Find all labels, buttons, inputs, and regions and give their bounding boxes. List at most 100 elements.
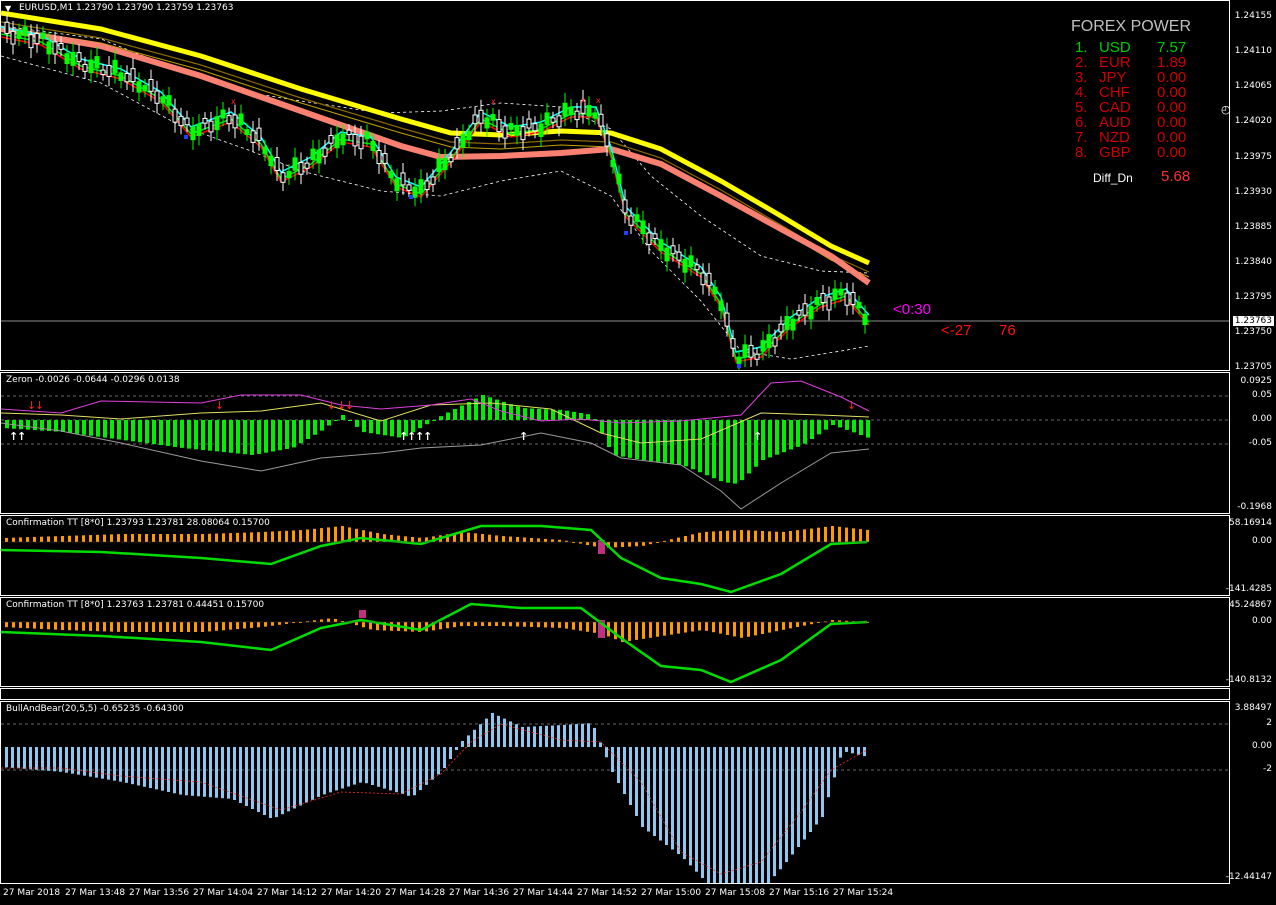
zeron-histogram-bar [726, 420, 730, 483]
bull-bear-bar [773, 747, 776, 877]
time-axis[interactable]: 27 Mar 2018 27 Mar 13:48 27 Mar 13:56 27… [0, 884, 1276, 905]
bull-bear-bar [509, 721, 512, 747]
empty-indicator-pane[interactable] [0, 688, 1230, 700]
candle [160, 96, 166, 104]
candle [484, 117, 490, 129]
confirmation-histogram-bar [866, 529, 869, 542]
zeron-histogram-bar [565, 410, 569, 420]
confirmation-histogram-bar [103, 534, 106, 542]
candle [562, 102, 568, 117]
confirmation-histogram-bar [586, 622, 589, 632]
confirmation-histogram-bar [313, 528, 316, 542]
bull-bear-bar [713, 747, 716, 883]
confirmation-histogram-bar [278, 622, 281, 625]
candle [136, 81, 142, 93]
time-label: 27 Mar 14:52 [577, 888, 638, 898]
confirmation-histogram-bar [152, 622, 155, 632]
candle [418, 179, 424, 194]
bull-bear-bar [299, 747, 302, 806]
bull-bear-bar [215, 747, 218, 798]
confirmation-histogram-bar [201, 534, 204, 542]
zeron-histogram-bar [257, 420, 261, 454]
candle [646, 232, 652, 245]
confirmation-histogram-bar [19, 622, 22, 628]
confirmation-histogram-bar [845, 527, 848, 542]
bull-bear-bar [419, 747, 422, 791]
zeron-histogram-bar [96, 420, 100, 437]
candle [232, 114, 238, 129]
confirmation-histogram-bar [327, 618, 330, 622]
bull-bear-bar [5, 747, 8, 768]
bull-bear-bar [401, 747, 404, 794]
confirmation-histogram-bar [89, 622, 92, 631]
confirmation-histogram-bar [817, 527, 820, 542]
bull-bear-bar [725, 747, 728, 883]
bull-bear-bar [617, 747, 620, 783]
candle [46, 41, 52, 55]
confirmation-histogram-bar [250, 622, 253, 628]
price-label: 1.23930 [1234, 187, 1272, 197]
confirmation-histogram-bar [810, 528, 813, 542]
confirmation-histogram-bar [628, 622, 631, 641]
confirmation-tt-pane-2[interactable]: Confirmation TT [8*0] 1.23763 1.23781 0.… [0, 597, 1230, 687]
bull-and-bear-pane[interactable]: BullAndBear(20,5,5) -0.65235 -0.64300 [0, 701, 1230, 884]
confirmation-histogram-bar [516, 537, 519, 542]
zeron-histogram-bar [642, 420, 646, 461]
confirmation-histogram-bar [271, 531, 274, 542]
price-label: 1.23795 [1234, 292, 1272, 302]
bb-label: -12.44147 [1225, 872, 1272, 882]
confirmation-histogram-bar [649, 622, 652, 638]
confirmation-histogram-bar [194, 622, 197, 632]
zeron-label: -0.1968 [1237, 502, 1272, 512]
candle [430, 176, 436, 185]
confirmation-histogram-bar [327, 527, 330, 542]
zeron-histogram-bar [89, 420, 93, 436]
candle [400, 172, 406, 186]
confirmation-1-title: Confirmation TT [8*0] 1.23793 1.23781 28… [6, 518, 270, 528]
confirmation-histogram-bar [243, 532, 246, 542]
candle [16, 30, 22, 39]
bull-bear-bar [677, 747, 680, 854]
bull-bear-axis[interactable]: 3.88497 2 0.00 -2 -12.44147 [1226, 701, 1276, 884]
confirmation-tt-pane-1[interactable]: Confirmation TT [8*0] 1.23793 1.23781 28… [0, 515, 1230, 596]
collapse-arrow-icon[interactable]: ▼ [5, 4, 11, 13]
candle [394, 178, 400, 192]
confirmation-histogram-bar [299, 530, 302, 542]
zeron-indicator-pane[interactable]: ↓ ↓ ↓ ↓ ↓ ↓ ↓ ↑ ↑ ↑ ↑ ↑ ↑ ↑ ↑ Zeron -0.0026 -0.0644 -0… [0, 372, 1230, 514]
confirmation-1-axis[interactable]: 58.16914 0.00 -141.4285 [1226, 515, 1276, 596]
confirmation-histogram-bar [145, 534, 148, 542]
bull-bear-bar [119, 747, 122, 782]
bull-bear-bar [785, 747, 788, 862]
zeron-up-arrow-icon: ↑ [17, 430, 26, 443]
confirmation-histogram-bar [187, 534, 190, 542]
confirmation-histogram-bar [411, 537, 414, 542]
bull-bear-bar [707, 747, 710, 883]
bull-bear-bar [425, 747, 428, 785]
confirmation-histogram-bar [82, 535, 85, 542]
candle [262, 146, 268, 155]
zeron-axis[interactable]: 0.0925 0.05 0.00 -0.05 -0.1968 [1230, 372, 1276, 514]
main-chart-pane[interactable]: x x x x EURUSD,M1 1.23790 1.23790 1.23759 1… [0, 0, 1231, 371]
confirmation-histogram-bar [635, 622, 638, 640]
bull-bear-bar [281, 747, 284, 815]
confirmation-histogram-bar [838, 526, 841, 542]
bull-bear-bar [563, 724, 566, 747]
confirmation-histogram-bar [803, 622, 806, 626]
confirmation-histogram-bar [642, 622, 645, 639]
bull-bear-bar [341, 747, 344, 789]
candle [760, 340, 766, 352]
bull-bear-bar [635, 747, 638, 816]
confirmation-histogram-bar [621, 542, 624, 547]
zeron-histogram-bar [61, 420, 65, 432]
candle [100, 69, 106, 75]
ma-gold-line [1, 26, 870, 278]
confirmation-histogram-bar [481, 622, 484, 626]
confirmation-histogram-bar [33, 622, 36, 629]
main-price-axis[interactable]: 1.24155 1.24110 1.24065 1.24020 1.23975 … [1230, 0, 1276, 372]
confirmation-histogram-bar [488, 534, 491, 542]
price-label: 1.23840 [1234, 257, 1272, 267]
bull-bear-bar [671, 747, 674, 850]
confirmation-2-axis[interactable]: 45.24867 0.00 -140.8132 [1226, 597, 1276, 687]
candle [58, 42, 64, 50]
confirmation-histogram-bar [243, 622, 246, 629]
